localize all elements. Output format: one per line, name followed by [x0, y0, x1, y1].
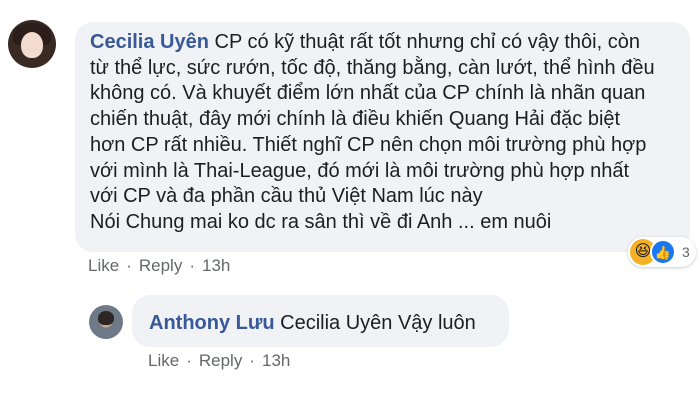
separator-dot: ·: [249, 351, 255, 370]
reply-link[interactable]: Reply: [199, 351, 242, 371]
separator-dot: ·: [126, 256, 132, 275]
comment-text-line: từ thể lực, sức rướn, tốc độ, thăng bằng…: [90, 56, 655, 79]
reaction-count: 3: [682, 244, 690, 260]
timestamp-link[interactable]: 13h: [262, 351, 290, 371]
reaction-summary[interactable]: 😆 👍 3: [628, 237, 696, 267]
reply-body: Anthony Lưu Cecilia Uyên Vậy luôn: [149, 311, 476, 335]
avatar-face: [21, 32, 43, 58]
timestamp-link[interactable]: 13h: [202, 256, 230, 276]
comment-text-line: hơn CP rất nhiều. Thiết nghĩ CP nên chọn…: [90, 133, 647, 156]
like-link[interactable]: Like: [88, 256, 119, 276]
reply-author-link[interactable]: Anthony Lưu: [149, 312, 275, 334]
comment-text-line: không có. Và khuyết điểm lớn nhất của CP…: [90, 82, 646, 105]
comment-text-line: Nói Chung mai ko dc ra sân thì về đi Anh…: [90, 210, 552, 233]
comment-text-line: với mình là Thai-League, đó mới là môi t…: [90, 159, 630, 182]
comment-body: Cecilia Uyên CP có kỹ thuật rất tốt nhưn…: [90, 30, 685, 236]
comment-text-line: CP có kỹ thuật rất tốt nhưng chỉ có vậy …: [214, 31, 640, 53]
avatar-hair: [98, 311, 114, 325]
comment-author-link[interactable]: Cecilia Uyên: [90, 31, 209, 53]
comment-line: Cecilia Uyên CP có kỹ thuật rất tốt nhưn…: [90, 30, 685, 56]
comment-text-line: với CP và đa phần cầu thủ Việt Nam lúc n…: [90, 185, 483, 208]
reply-actions: Like · Reply · 13h: [148, 351, 290, 371]
reply-avatar[interactable]: [89, 305, 123, 339]
like-link[interactable]: Like: [148, 351, 179, 371]
reply-link[interactable]: Reply: [139, 256, 182, 276]
comment-text-line: chiến thuật, đây mới chính là điều khiến…: [90, 108, 621, 131]
commenter-avatar[interactable]: [8, 20, 56, 68]
separator-dot: ·: [186, 351, 192, 370]
comment-actions: Like · Reply · 13h: [88, 256, 230, 276]
like-icon: 👍: [650, 239, 676, 265]
separator-dot: ·: [189, 256, 195, 275]
reply-text: Cecilia Uyên Vậy luôn: [280, 312, 476, 334]
